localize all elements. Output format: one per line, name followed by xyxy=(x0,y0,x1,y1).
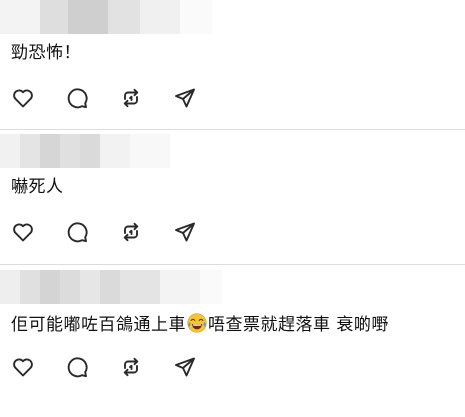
comment-icon xyxy=(67,88,88,109)
comment-1-text: 勁恐怖！ xyxy=(11,43,81,63)
share-icon xyxy=(175,88,195,108)
comment-2-author-blurred xyxy=(0,134,170,168)
comment-3: 佢可能嘟咗百鴿通上車 唔查票就趕落車 衰啲嘢 xyxy=(0,265,465,417)
comment-3-actions xyxy=(10,354,226,380)
share-button[interactable] xyxy=(172,354,198,380)
face-with-tears-of-joy-icon xyxy=(187,313,207,333)
reply-button[interactable] xyxy=(64,85,90,111)
comment-2-text: 嚇死人 xyxy=(11,177,64,197)
share-button[interactable] xyxy=(172,219,198,245)
heart-icon xyxy=(13,358,33,377)
like-button[interactable] xyxy=(10,85,36,111)
comment-3-text-part-1: 佢可能嘟咗百鴿通上車 xyxy=(11,315,186,335)
comment-3-author-blurred xyxy=(0,270,222,304)
comment-2-actions xyxy=(10,219,226,245)
share-icon xyxy=(175,357,195,377)
reply-button[interactable] xyxy=(64,219,90,245)
comment-3-text-part-2: 唔查票就趕落車 衰啲嘢 xyxy=(208,315,389,335)
comment-icon xyxy=(67,357,88,378)
repost-button[interactable] xyxy=(118,354,144,380)
comment-3-text: 佢可能嘟咗百鴿通上車 唔查票就趕落車 衰啲嘢 xyxy=(11,313,389,336)
comment-icon xyxy=(67,222,88,243)
like-button[interactable] xyxy=(10,354,36,380)
share-icon xyxy=(175,222,195,242)
comment-1-author-blurred xyxy=(0,0,212,34)
reply-button[interactable] xyxy=(64,354,90,380)
comment-1-actions xyxy=(10,85,226,111)
repost-icon xyxy=(123,88,139,108)
heart-icon xyxy=(13,89,33,108)
repost-button[interactable] xyxy=(118,219,144,245)
comment-2: 嚇死人 xyxy=(0,130,465,264)
comment-1: 勁恐怖！ xyxy=(0,0,465,129)
repost-icon xyxy=(123,357,139,377)
repost-icon xyxy=(123,222,139,242)
like-button[interactable] xyxy=(10,219,36,245)
heart-icon xyxy=(13,223,33,242)
repost-button[interactable] xyxy=(118,85,144,111)
share-button[interactable] xyxy=(172,85,198,111)
